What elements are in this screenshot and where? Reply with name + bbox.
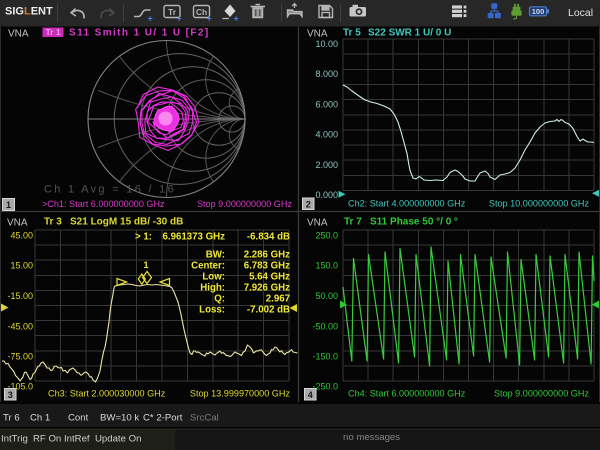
svg-text:S11 Phase 50 °/ 0 °: S11 Phase 50 °/ 0 ° [370, 217, 458, 228]
svg-text:Tr: Tr [168, 7, 177, 17]
svg-text:Q:: Q: [214, 294, 225, 305]
svg-text:Ch2: Start 4.000000000 GHz: Ch2: Start 4.000000000 GHz [348, 199, 466, 209]
svg-text:S21 LogM 15 dB/ -30 dB: S21 LogM 15 dB/ -30 dB [70, 217, 183, 228]
svg-text:7.926 GHz: 7.926 GHz [244, 283, 290, 294]
svg-text:BW=10 k: BW=10 k [100, 413, 139, 424]
svg-text:+: + [148, 14, 153, 24]
svg-text:150.0: 150.0 [315, 261, 338, 271]
svg-text:Loss:: Loss: [199, 305, 225, 316]
svg-text:+: + [234, 14, 239, 24]
svg-text:IntTrig: IntTrig [1, 434, 28, 445]
svg-text:Update On: Update On [95, 434, 141, 445]
svg-text:> 1:: > 1: [135, 232, 152, 243]
svg-text:Tr 1: Tr 1 [45, 27, 60, 37]
svg-text:-6.834 dB: -6.834 dB [247, 232, 290, 243]
svg-text:S22 SWR 1 U/ 0 U: S22 SWR 1 U/ 0 U [368, 28, 451, 39]
svg-text:IntRef: IntRef [64, 434, 90, 445]
svg-text:Tr 6: Tr 6 [3, 413, 20, 424]
svg-text:BW:: BW: [206, 250, 225, 261]
svg-text:+: + [207, 14, 212, 24]
svg-text:3: 3 [8, 390, 13, 400]
svg-text:Ch3: Start 2.000030000 GHz: Ch3: Start 2.000030000 GHz [48, 389, 166, 399]
svg-text:Local: Local [568, 7, 593, 19]
svg-text:Stop 10.000000000 GHz: Stop 10.000000000 GHz [489, 199, 590, 209]
svg-text:+: + [177, 14, 182, 24]
svg-text:-7.002 dB: -7.002 dB [247, 305, 290, 316]
svg-text:5.64 GHz: 5.64 GHz [249, 272, 290, 283]
svg-text:SIGLENT: SIGLENT [5, 6, 53, 18]
svg-text:1: 1 [143, 260, 148, 270]
svg-text:Stop 9.000000000 GHz: Stop 9.000000000 GHz [197, 199, 293, 209]
svg-text:2.967: 2.967 [266, 294, 290, 305]
svg-text:>Ch1: Start 6.000000000 GHz: >Ch1: Start 6.000000000 GHz [42, 199, 165, 209]
svg-text:6.000: 6.000 [315, 99, 338, 109]
svg-text:Stop 13.999970000 GHz: Stop 13.999970000 GHz [190, 389, 291, 399]
svg-text:100: 100 [532, 7, 545, 16]
svg-text:-15.00: -15.00 [7, 291, 33, 301]
svg-text:250.0: 250.0 [315, 231, 338, 241]
svg-text:2.286 GHz: 2.286 GHz [244, 250, 290, 261]
svg-text:-75.00: -75.00 [7, 352, 33, 362]
svg-text:-50.00: -50.00 [312, 321, 338, 331]
svg-text:Ch 1: Ch 1 [30, 413, 50, 424]
svg-text:Stop 9.000000000 GHz: Stop 9.000000000 GHz [494, 389, 590, 399]
svg-text:C* 2-Port: C* 2-Port [143, 413, 183, 424]
svg-text:VNA: VNA [307, 29, 328, 40]
svg-text:S11 Smith 1 U/ 1 U [F2]: S11 Smith 1 U/ 1 U [F2] [69, 28, 210, 39]
svg-text:15.00: 15.00 [10, 261, 33, 271]
svg-text:Center:: Center: [191, 261, 225, 272]
svg-text:Low:: Low: [202, 272, 225, 283]
svg-text:-150.0: -150.0 [312, 352, 338, 362]
svg-text:Tr 7: Tr 7 [344, 217, 362, 228]
svg-text:SrcCal: SrcCal [190, 413, 219, 424]
svg-text:Cont: Cont [68, 413, 89, 424]
svg-text:0.000: 0.000 [315, 190, 338, 200]
svg-text:6.783 GHz: 6.783 GHz [244, 261, 290, 272]
svg-text:8.000: 8.000 [315, 69, 338, 79]
svg-text:50.00: 50.00 [315, 291, 338, 301]
svg-text:Ch: Ch [196, 7, 207, 17]
svg-text:4: 4 [308, 390, 313, 400]
svg-text:High:: High: [200, 283, 225, 294]
svg-text:1: 1 [6, 200, 11, 210]
svg-text:6.961373 GHz: 6.961373 GHz [163, 232, 226, 243]
svg-text:VNA: VNA [7, 218, 28, 229]
svg-text:4.000: 4.000 [315, 130, 338, 140]
svg-text:VNA: VNA [8, 29, 29, 40]
svg-text:VNA: VNA [307, 218, 328, 229]
svg-text:Ch 1 Avg = 16 / 16: Ch 1 Avg = 16 / 16 [44, 184, 176, 196]
svg-text:Tr 3: Tr 3 [44, 217, 62, 228]
svg-text:Ch4: Start 6.000000000 GHz: Ch4: Start 6.000000000 GHz [348, 389, 466, 399]
svg-text:10.00: 10.00 [315, 39, 338, 49]
svg-text:45.00: 45.00 [10, 231, 33, 241]
svg-text:2: 2 [306, 199, 311, 209]
svg-text:Tr 5: Tr 5 [343, 28, 361, 39]
svg-text:2.000: 2.000 [315, 160, 338, 170]
svg-text:-45.00: -45.00 [7, 321, 33, 331]
svg-text:RF On: RF On [33, 434, 61, 445]
svg-text:no messages: no messages [343, 432, 400, 443]
